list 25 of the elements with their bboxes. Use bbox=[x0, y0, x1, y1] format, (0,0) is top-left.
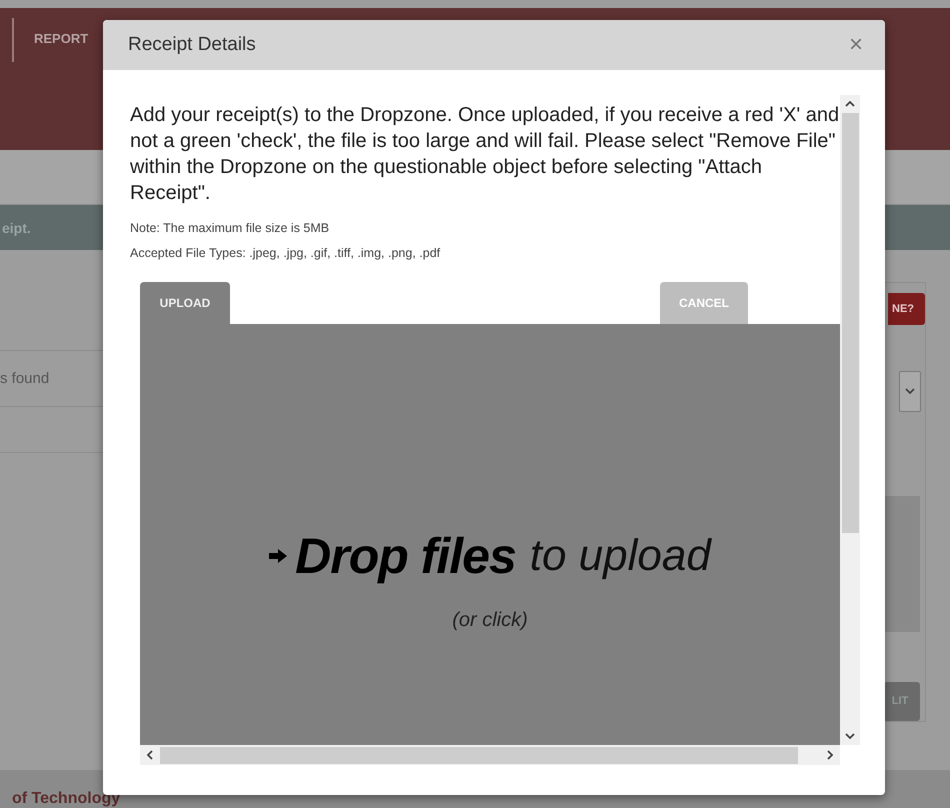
file-types-text: Accepted File Types: .jpeg, .jpg, .gif, .tiff, .img, .png, .pdf bbox=[130, 245, 442, 262]
dropdown-toggle[interactable] bbox=[899, 370, 921, 412]
alert-button[interactable]: NE? bbox=[888, 293, 925, 325]
dropzone-hint: (or click) bbox=[452, 609, 528, 632]
footer-text: of Technology bbox=[12, 790, 120, 808]
scroll-right-icon[interactable] bbox=[826, 750, 834, 760]
vertical-scrollbar[interactable] bbox=[840, 95, 860, 745]
dropzone[interactable]: Drop files to upload (or click) bbox=[140, 324, 840, 745]
dropzone-headline: Drop files bbox=[295, 527, 516, 585]
scroll-up-icon[interactable] bbox=[845, 100, 855, 108]
horizontal-scrollbar[interactable] bbox=[140, 745, 840, 765]
list-text: s found bbox=[0, 370, 50, 387]
close-button[interactable]: × bbox=[848, 31, 863, 59]
arrow-right-icon bbox=[269, 549, 288, 563]
modal-title: Receipt Details bbox=[128, 34, 256, 56]
scroll-down-icon[interactable] bbox=[845, 732, 855, 740]
dropzone-subline: to upload bbox=[530, 531, 711, 581]
banner-text: eipt. bbox=[2, 220, 31, 236]
chevron-down-icon bbox=[905, 387, 915, 396]
scroll-left-icon[interactable] bbox=[146, 750, 154, 760]
instructions-text: Add your receipt(s) to the Dropzone. Once uploaded, if you receive a red 'X' and not a green 'check', the file is too large and will fail. Please select "Remove File" within the Dropzone on the questionable object before selecting "Attach Receipt". bbox=[130, 103, 840, 206]
nav-item[interactable]: REPORT bbox=[34, 31, 88, 46]
cancel-button[interactable]: CANCEL bbox=[660, 282, 748, 324]
upload-button[interactable]: UPLOAD bbox=[140, 282, 230, 324]
note-text: Note: The maximum file size is 5MB bbox=[130, 220, 330, 237]
